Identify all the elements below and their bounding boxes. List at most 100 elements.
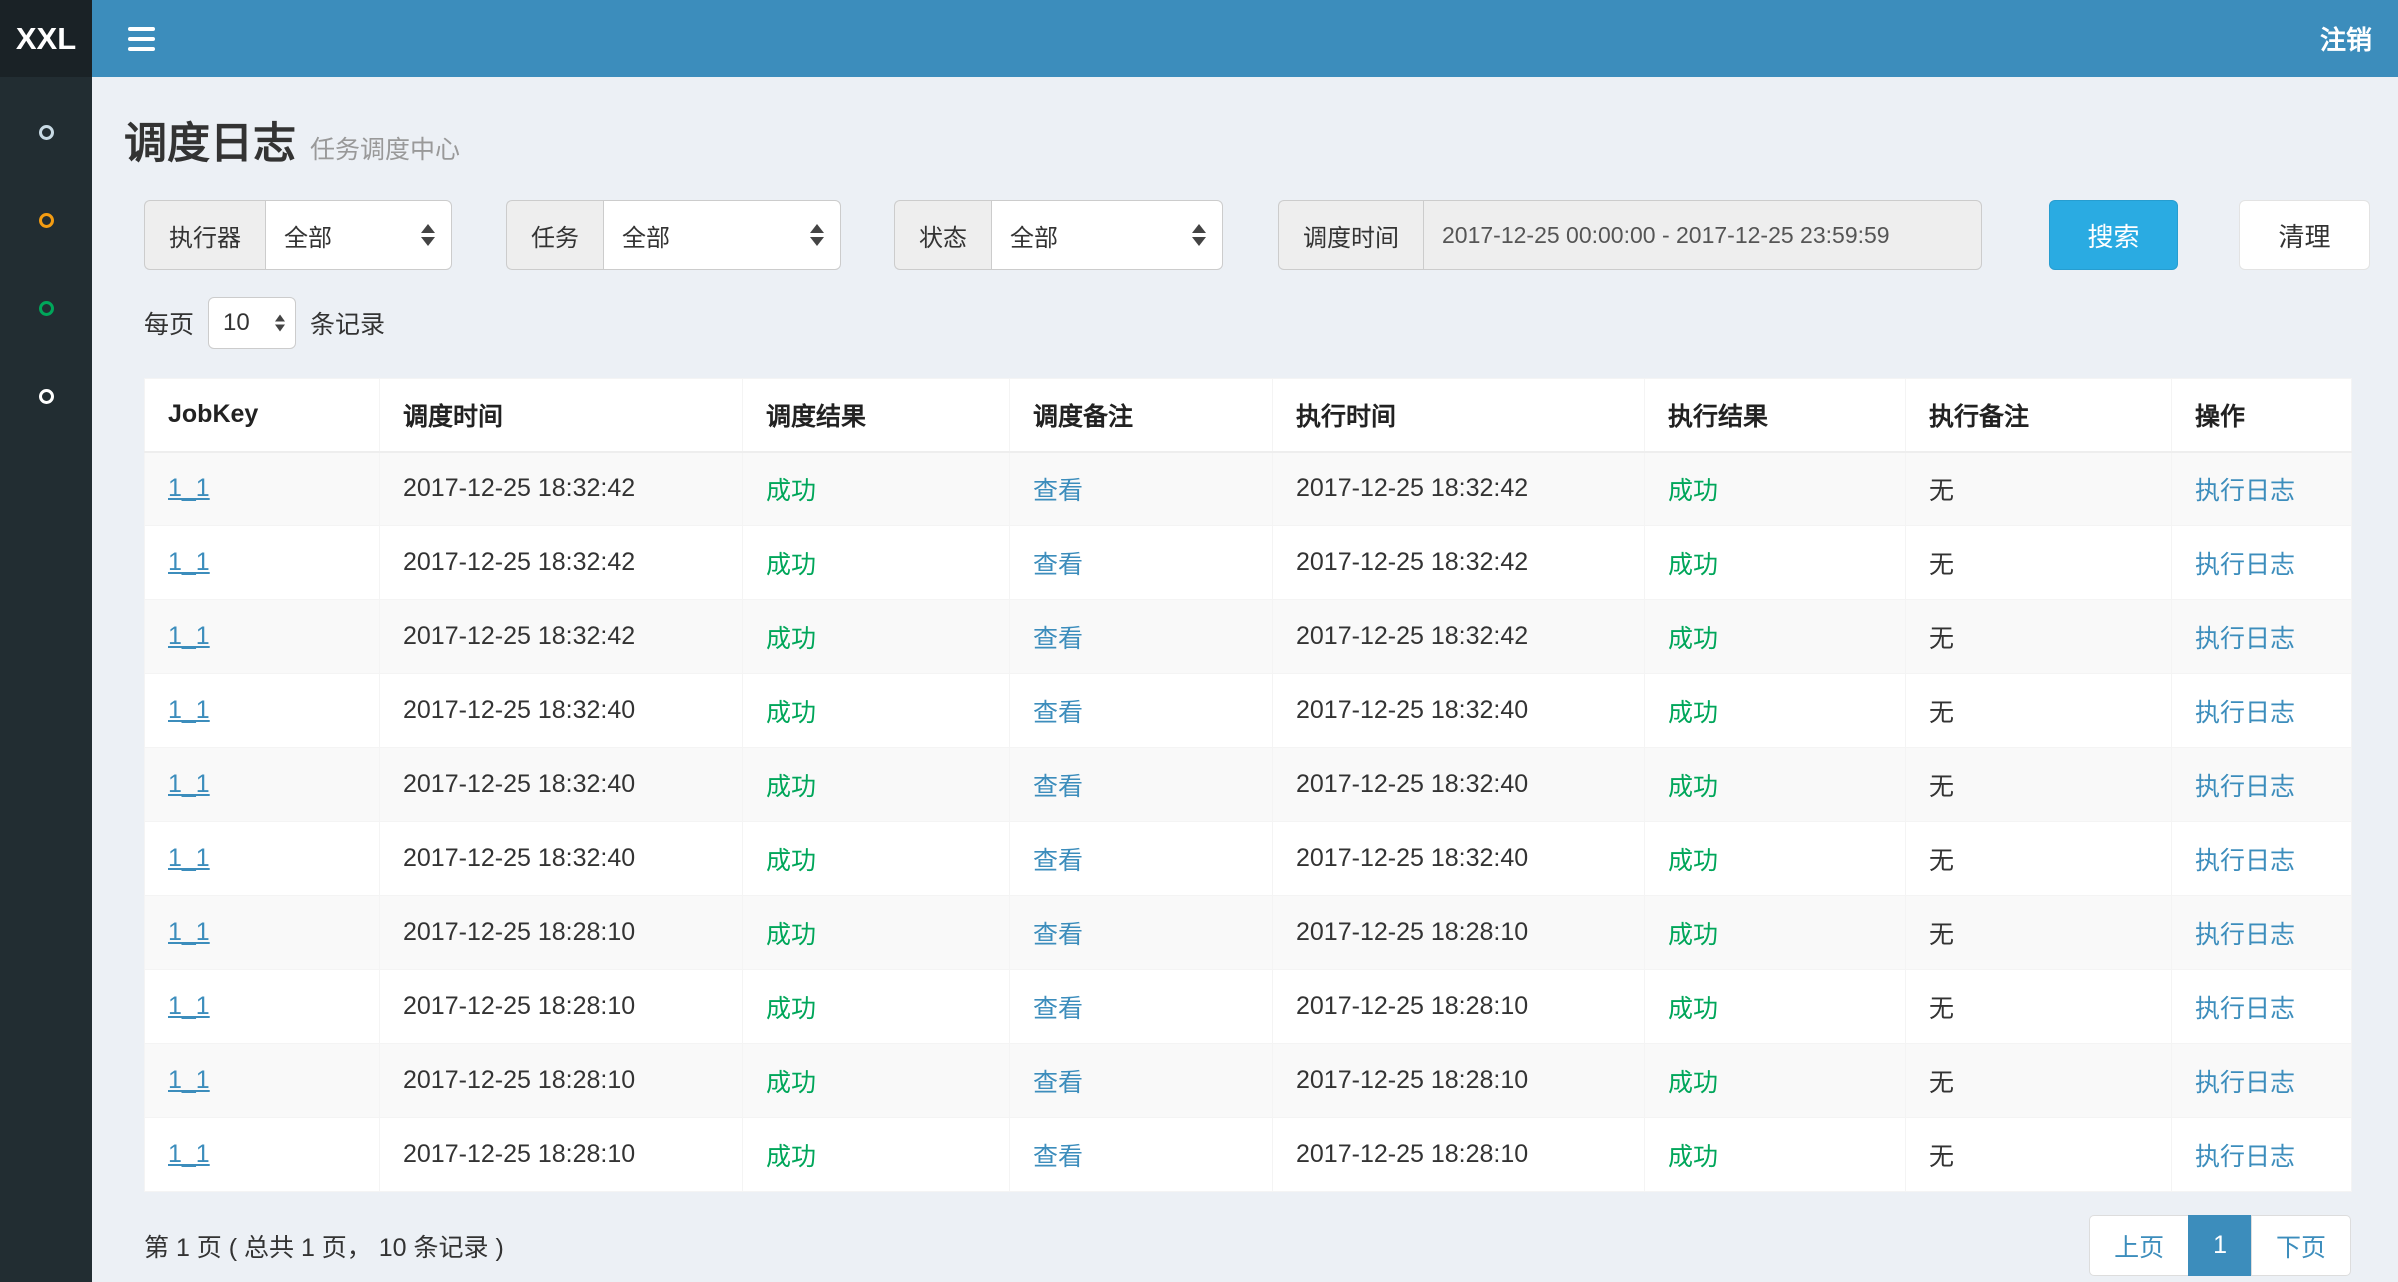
- table-row: 1_1 2017-12-25 18:32:40 成功 查看 2017-12-25…: [145, 748, 2352, 822]
- cell-jobkey: 1_1: [145, 896, 380, 970]
- table-row: 1_1 2017-12-25 18:32:42 成功 查看 2017-12-25…: [145, 526, 2352, 600]
- cell-handle-result: 成功: [1645, 896, 1906, 970]
- exec-log-link[interactable]: 执行日志: [2195, 995, 2295, 1023]
- pagination: 上页 1 下页: [2089, 1215, 2351, 1276]
- cell-handle-msg: 无: [1906, 896, 2172, 970]
- trigger-msg-link[interactable]: 查看: [1033, 1069, 1083, 1097]
- filter-bar: 执行器 全部 任务 全部 状态 全部: [144, 200, 2398, 270]
- handle-result-text: 成功: [1668, 699, 1718, 727]
- cell-jobkey: 1_1: [145, 526, 380, 600]
- jobkey-link[interactable]: 1_1: [168, 696, 210, 724]
- cell-trigger-time: 2017-12-25 18:32:42: [380, 526, 743, 600]
- trigger-msg-link[interactable]: 查看: [1033, 551, 1083, 579]
- exec-log-link[interactable]: 执行日志: [2195, 625, 2295, 653]
- trigger-msg-link[interactable]: 查看: [1033, 1143, 1083, 1171]
- select-arrows-icon: [1192, 224, 1206, 246]
- sidebar-item-4[interactable]: [0, 352, 92, 440]
- page-size-prefix: 每页: [144, 305, 194, 341]
- job-select[interactable]: 全部: [603, 200, 841, 270]
- cell-handle-time: 2017-12-25 18:32:42: [1273, 452, 1645, 526]
- cell-trigger-msg: 查看: [1010, 896, 1273, 970]
- col-action: 操作: [2172, 379, 2352, 452]
- log-table-card: JobKey 调度时间 调度结果 调度备注 执行时间 执行结果 执行备注 操作 …: [144, 378, 2351, 1192]
- jobkey-link[interactable]: 1_1: [168, 770, 210, 798]
- cell-trigger-time: 2017-12-25 18:28:10: [380, 970, 743, 1044]
- table-row: 1_1 2017-12-25 18:28:10 成功 查看 2017-12-25…: [145, 970, 2352, 1044]
- search-button[interactable]: 搜索: [2049, 200, 2178, 270]
- exec-log-link[interactable]: 执行日志: [2195, 921, 2295, 949]
- trigger-msg-link[interactable]: 查看: [1033, 921, 1083, 949]
- cell-handle-result: 成功: [1645, 970, 1906, 1044]
- trigger-time-range-input[interactable]: [1423, 200, 1982, 270]
- cell-jobkey: 1_1: [145, 970, 380, 1044]
- exec-log-link[interactable]: 执行日志: [2195, 1069, 2295, 1097]
- table-row: 1_1 2017-12-25 18:32:40 成功 查看 2017-12-25…: [145, 822, 2352, 896]
- jobkey-link[interactable]: 1_1: [168, 1140, 210, 1168]
- cell-action: 执行日志: [2172, 600, 2352, 674]
- sidebar-item-3[interactable]: [0, 264, 92, 352]
- exec-log-link[interactable]: 执行日志: [2195, 699, 2295, 727]
- cell-action: 执行日志: [2172, 674, 2352, 748]
- sidebar-item-1[interactable]: [0, 88, 92, 176]
- status-select[interactable]: 全部: [991, 200, 1223, 270]
- log-table-body: 1_1 2017-12-25 18:32:42 成功 查看 2017-12-25…: [145, 452, 2352, 1192]
- table-footer: 第 1 页 ( 总共 1 页， 10 条记录 ) 上页 1 下页: [144, 1215, 2351, 1276]
- app-logo[interactable]: XXL: [0, 0, 92, 77]
- cell-action: 执行日志: [2172, 970, 2352, 1044]
- trigger-result-text: 成功: [766, 847, 816, 875]
- exec-log-link[interactable]: 执行日志: [2195, 477, 2295, 505]
- page-size-control: 每页 10 条记录: [144, 297, 2398, 349]
- exec-log-link[interactable]: 执行日志: [2195, 847, 2295, 875]
- cell-handle-msg: 无: [1906, 600, 2172, 674]
- jobkey-link[interactable]: 1_1: [168, 548, 210, 576]
- sidebar-toggle-icon[interactable]: [128, 27, 155, 51]
- sidebar-item-2[interactable]: [0, 176, 92, 264]
- exec-log-link[interactable]: 执行日志: [2195, 551, 2295, 579]
- cell-action: 执行日志: [2172, 1118, 2352, 1192]
- jobkey-link[interactable]: 1_1: [168, 844, 210, 872]
- cell-trigger-time: 2017-12-25 18:28:10: [380, 1044, 743, 1118]
- jobkey-link[interactable]: 1_1: [168, 1066, 210, 1094]
- trigger-msg-link[interactable]: 查看: [1033, 477, 1083, 505]
- cell-handle-time: 2017-12-25 18:28:10: [1273, 1118, 1645, 1192]
- executor-select-value: 全部: [284, 218, 332, 253]
- trigger-msg-link[interactable]: 查看: [1033, 773, 1083, 801]
- prev-page-button[interactable]: 上页: [2089, 1215, 2189, 1276]
- trigger-msg-link[interactable]: 查看: [1033, 995, 1083, 1023]
- trigger-time-label: 调度时间: [1278, 200, 1423, 270]
- jobkey-link[interactable]: 1_1: [168, 474, 210, 502]
- trigger-msg-link[interactable]: 查看: [1033, 699, 1083, 727]
- executor-select[interactable]: 全部: [265, 200, 452, 270]
- cell-handle-time: 2017-12-25 18:28:10: [1273, 970, 1645, 1044]
- cell-trigger-result: 成功: [743, 970, 1010, 1044]
- cell-handle-time: 2017-12-25 18:28:10: [1273, 1044, 1645, 1118]
- content-header: 调度日志 任务调度中心: [124, 123, 2398, 166]
- cell-trigger-time: 2017-12-25 18:28:10: [380, 896, 743, 970]
- exec-log-link[interactable]: 执行日志: [2195, 773, 2295, 801]
- handle-result-text: 成功: [1668, 551, 1718, 579]
- cell-handle-result: 成功: [1645, 1044, 1906, 1118]
- page-size-select[interactable]: 10: [208, 297, 296, 349]
- app-logo-text: XXL: [16, 21, 76, 57]
- cell-trigger-result: 成功: [743, 526, 1010, 600]
- logout-link[interactable]: 注销: [2320, 20, 2372, 57]
- log-table: JobKey 调度时间 调度结果 调度备注 执行时间 执行结果 执行备注 操作 …: [144, 378, 2352, 1192]
- navbar-main: 注销: [92, 0, 2398, 77]
- jobkey-link[interactable]: 1_1: [168, 992, 210, 1020]
- current-page-button[interactable]: 1: [2188, 1215, 2252, 1276]
- next-page-button[interactable]: 下页: [2251, 1215, 2351, 1276]
- clear-button[interactable]: 清理: [2239, 200, 2370, 270]
- circle-icon: [39, 389, 54, 404]
- cell-handle-time: 2017-12-25 18:32:40: [1273, 748, 1645, 822]
- trigger-result-text: 成功: [766, 477, 816, 505]
- cell-trigger-result: 成功: [743, 1044, 1010, 1118]
- cell-action: 执行日志: [2172, 748, 2352, 822]
- trigger-msg-link[interactable]: 查看: [1033, 625, 1083, 653]
- cell-action: 执行日志: [2172, 452, 2352, 526]
- jobkey-link[interactable]: 1_1: [168, 622, 210, 650]
- exec-log-link[interactable]: 执行日志: [2195, 1143, 2295, 1171]
- cell-handle-time: 2017-12-25 18:32:40: [1273, 674, 1645, 748]
- select-arrows-icon: [275, 315, 285, 332]
- jobkey-link[interactable]: 1_1: [168, 918, 210, 946]
- trigger-msg-link[interactable]: 查看: [1033, 847, 1083, 875]
